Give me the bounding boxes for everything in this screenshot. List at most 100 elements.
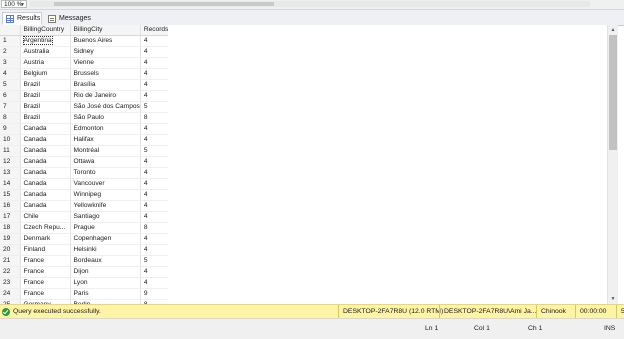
- table-cell[interactable]: 4: [140, 79, 172, 92]
- table-cell[interactable]: Paris: [70, 288, 141, 301]
- table-cell[interactable]: 4: [140, 156, 172, 169]
- table-cell[interactable]: 4: [140, 167, 172, 180]
- table-cell[interactable]: Rio de Janeiro: [70, 90, 141, 103]
- table-cell[interactable]: 4: [140, 200, 172, 213]
- table-row[interactable]: 20 Finland Helsinki 4: [0, 244, 172, 257]
- table-cell[interactable]: 4: [140, 178, 172, 191]
- table-cell[interactable]: 5: [140, 145, 172, 158]
- table-cell[interactable]: Sidney: [70, 46, 141, 59]
- vertical-scrollbar[interactable]: ▲ ▼: [607, 25, 618, 304]
- table-row[interactable]: 14 Canada Vancouver 4: [0, 178, 172, 191]
- table-row[interactable]: 5 Brazil Brasília 4: [0, 79, 172, 92]
- results-table[interactable]: BillingCountry BillingCity Records 1 Arge…: [0, 25, 172, 304]
- table-cell[interactable]: Brazil: [20, 101, 71, 114]
- table-cell[interactable]: Winnipeg: [70, 189, 141, 202]
- row-number-cell[interactable]: 21: [0, 255, 21, 268]
- table-row[interactable]: 15 Canada Winnipeg 4: [0, 189, 172, 202]
- table-cell[interactable]: Czech Repu...: [20, 222, 71, 235]
- table-cell[interactable]: Canada: [20, 189, 71, 202]
- table-cell[interactable]: Helsinki: [70, 244, 141, 257]
- table-cell[interactable]: Austria: [20, 57, 71, 70]
- row-number-cell[interactable]: 17: [0, 211, 21, 224]
- table-cell[interactable]: 4: [140, 266, 172, 279]
- table-cell[interactable]: Chile: [20, 211, 71, 224]
- table-row[interactable]: 2 Australia Sidney 4: [0, 46, 172, 59]
- table-cell[interactable]: Santiago: [70, 211, 141, 224]
- table-cell[interactable]: 4: [140, 244, 172, 257]
- table-row[interactable]: 21 France Bordeaux 5: [0, 255, 172, 268]
- table-cell[interactable]: Canada: [20, 156, 71, 169]
- row-number-cell[interactable]: 24: [0, 288, 21, 301]
- zoom-select[interactable]: 100 % ▼: [1, 0, 27, 8]
- row-number-cell[interactable]: 18: [0, 222, 21, 235]
- table-cell[interactable]: 4: [140, 57, 172, 70]
- table-row[interactable]: 16 Canada Yellowknife 4: [0, 200, 172, 213]
- table-cell[interactable]: 4: [140, 277, 172, 290]
- table-row[interactable]: 13 Canada Toronto 4: [0, 167, 172, 180]
- table-cell[interactable]: France: [20, 288, 71, 301]
- table-cell[interactable]: 4: [140, 233, 172, 246]
- table-cell[interactable]: France: [20, 266, 71, 279]
- table-cell[interactable]: Canada: [20, 178, 71, 191]
- row-number-cell[interactable]: 9: [0, 123, 21, 136]
- row-number-cell[interactable]: 12: [0, 156, 21, 169]
- table-cell[interactable]: São Paulo: [70, 112, 141, 125]
- table-cell[interactable]: Canada: [20, 200, 71, 213]
- row-number-cell[interactable]: 3: [0, 57, 21, 70]
- table-cell[interactable]: Canada: [20, 145, 71, 158]
- table-row[interactable]: 12 Canada Ottawa 4: [0, 156, 172, 169]
- table-row[interactable]: 19 Denmark Copenhagen 4: [0, 233, 172, 246]
- table-cell[interactable]: France: [20, 255, 71, 268]
- column-header[interactable]: BillingCity: [70, 25, 141, 37]
- row-number-cell[interactable]: 22: [0, 266, 21, 279]
- row-number-cell[interactable]: 6: [0, 90, 21, 103]
- table-cell[interactable]: 4: [140, 90, 172, 103]
- table-row[interactable]: 11 Canada Montréal 5: [0, 145, 172, 158]
- table-cell[interactable]: Argentina: [20, 35, 71, 48]
- table-cell[interactable]: Copenhagen: [70, 233, 141, 246]
- table-row[interactable]: 10 Canada Halifax 4: [0, 134, 172, 147]
- table-cell[interactable]: Ottawa: [70, 156, 141, 169]
- table-cell[interactable]: Prague: [70, 222, 141, 235]
- row-number-cell[interactable]: 19: [0, 233, 21, 246]
- tab-results[interactable]: Results: [2, 12, 42, 25]
- horizontal-scrollbar[interactable]: [30, 1, 590, 7]
- table-cell[interactable]: Vancouver: [70, 178, 141, 191]
- row-number-cell[interactable]: 1: [0, 35, 21, 48]
- table-cell[interactable]: Australia: [20, 46, 71, 59]
- table-cell[interactable]: Yellowknife: [70, 200, 141, 213]
- row-number-cell[interactable]: 5: [0, 79, 21, 92]
- row-number-cell[interactable]: 4: [0, 68, 21, 81]
- tab-messages[interactable]: Messages: [44, 12, 91, 25]
- table-cell[interactable]: 4: [140, 189, 172, 202]
- table-row[interactable]: 9 Canada Edmonton 4: [0, 123, 172, 136]
- row-number-cell[interactable]: 2: [0, 46, 21, 59]
- row-number-cell[interactable]: 15: [0, 189, 21, 202]
- table-row[interactable]: 18 Czech Repu... Prague 8: [0, 222, 172, 235]
- table-cell[interactable]: Toronto: [70, 167, 141, 180]
- table-cell[interactable]: 8: [140, 112, 172, 125]
- row-number-cell[interactable]: 8: [0, 112, 21, 125]
- table-cell[interactable]: 4: [140, 35, 172, 48]
- table-cell[interactable]: France: [20, 277, 71, 290]
- table-row[interactable]: 7 Brazil São José dos Campos 5: [0, 101, 172, 114]
- table-cell[interactable]: Edmonton: [70, 123, 141, 136]
- table-cell[interactable]: 8: [140, 222, 172, 235]
- table-row[interactable]: 3 Austria Vienne 4: [0, 57, 172, 70]
- table-cell[interactable]: Buenos Aires: [70, 35, 141, 48]
- table-row[interactable]: 22 France Dijon 4: [0, 266, 172, 279]
- table-row[interactable]: 4 Belgium Brussels 4: [0, 68, 172, 81]
- table-cell[interactable]: Brazil: [20, 112, 71, 125]
- table-cell[interactable]: 5: [140, 255, 172, 268]
- table-cell[interactable]: 4: [140, 46, 172, 59]
- horizontal-scroll-thumb[interactable]: [54, 2, 274, 6]
- table-cell[interactable]: 5: [140, 101, 172, 114]
- table-cell[interactable]: 4: [140, 123, 172, 136]
- table-cell[interactable]: Halifax: [70, 134, 141, 147]
- table-cell[interactable]: Vienne: [70, 57, 141, 70]
- table-cell[interactable]: Brazil: [20, 90, 71, 103]
- table-cell[interactable]: Canada: [20, 134, 71, 147]
- table-row[interactable]: 8 Brazil São Paulo 8: [0, 112, 172, 125]
- table-cell[interactable]: Lyon: [70, 277, 141, 290]
- table-cell[interactable]: 4: [140, 68, 172, 81]
